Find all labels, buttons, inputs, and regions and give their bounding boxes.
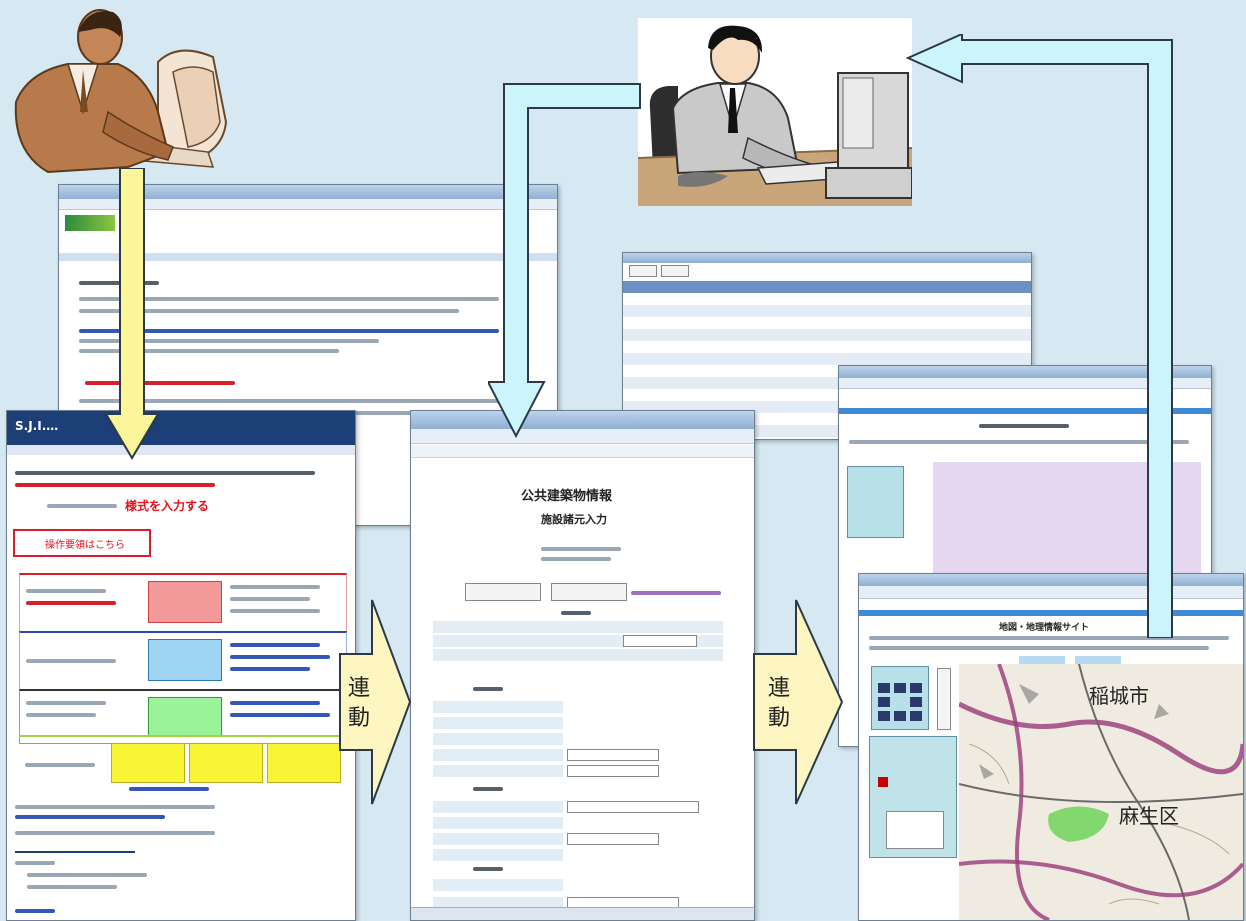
form-select-1[interactable] [623, 635, 697, 647]
person-at-computer-icon [14, 9, 228, 174]
red-instruction-line: 様式を入力する [47, 499, 297, 513]
user-clipart-brown [8, 2, 236, 182]
user-clipart-businessman [637, 18, 913, 206]
yellow-button-2[interactable] [189, 743, 263, 783]
section-yellow [19, 735, 345, 797]
form-title: 公共建築物情報 [521, 489, 613, 504]
businessman-at-computer-icon [637, 25, 913, 206]
section-green-button[interactable] [148, 697, 222, 737]
map-nav-panel[interactable] [871, 666, 929, 730]
map-view-front[interactable]: 稲城市 麻生区 [959, 664, 1243, 920]
form-subtitle: 施設諸元入力 [541, 513, 607, 526]
form-field-rows [433, 621, 733, 909]
portal-header-title: S.J.I.… [15, 419, 59, 433]
map-label-city-2: 麻生区 [1119, 804, 1179, 828]
down-arrow-left [104, 168, 160, 460]
map-layer-panel [869, 736, 957, 858]
form-back-button[interactable] [465, 583, 541, 601]
down-arrow-middle [488, 83, 641, 439]
map-zoom-slider[interactable] [937, 668, 951, 730]
map-label-city-1: 稲城市 [1089, 684, 1149, 708]
form-input-1[interactable] [567, 765, 659, 777]
section-red [19, 573, 347, 632]
return-arrow-right [905, 34, 1173, 638]
yellow-button-1[interactable] [111, 743, 185, 783]
facility-form-window: 公共建築物情報 施設諸元入力 [410, 410, 755, 921]
link-label-2: 連動 [768, 676, 791, 731]
link-arrow-1: 連動 [338, 598, 412, 806]
notice-box[interactable]: 操作要領はこちら [13, 529, 151, 557]
portal-page: S.J.I.… 様式を入力する 操作要領はこちら [6, 410, 356, 921]
form-select-2[interactable] [567, 749, 659, 761]
form-next-button[interactable] [551, 583, 627, 601]
form-input-3[interactable] [567, 833, 659, 845]
section-red-button[interactable] [148, 581, 222, 623]
section-blue-button[interactable] [148, 639, 222, 681]
yellow-button-3[interactable] [267, 743, 341, 783]
link-label-1: 連動 [348, 676, 371, 731]
form-input-2[interactable] [567, 801, 699, 813]
portal-header-bar: S.J.I.… [7, 411, 355, 445]
link-arrow-2: 連動 [752, 598, 844, 806]
section-blue [19, 631, 347, 690]
